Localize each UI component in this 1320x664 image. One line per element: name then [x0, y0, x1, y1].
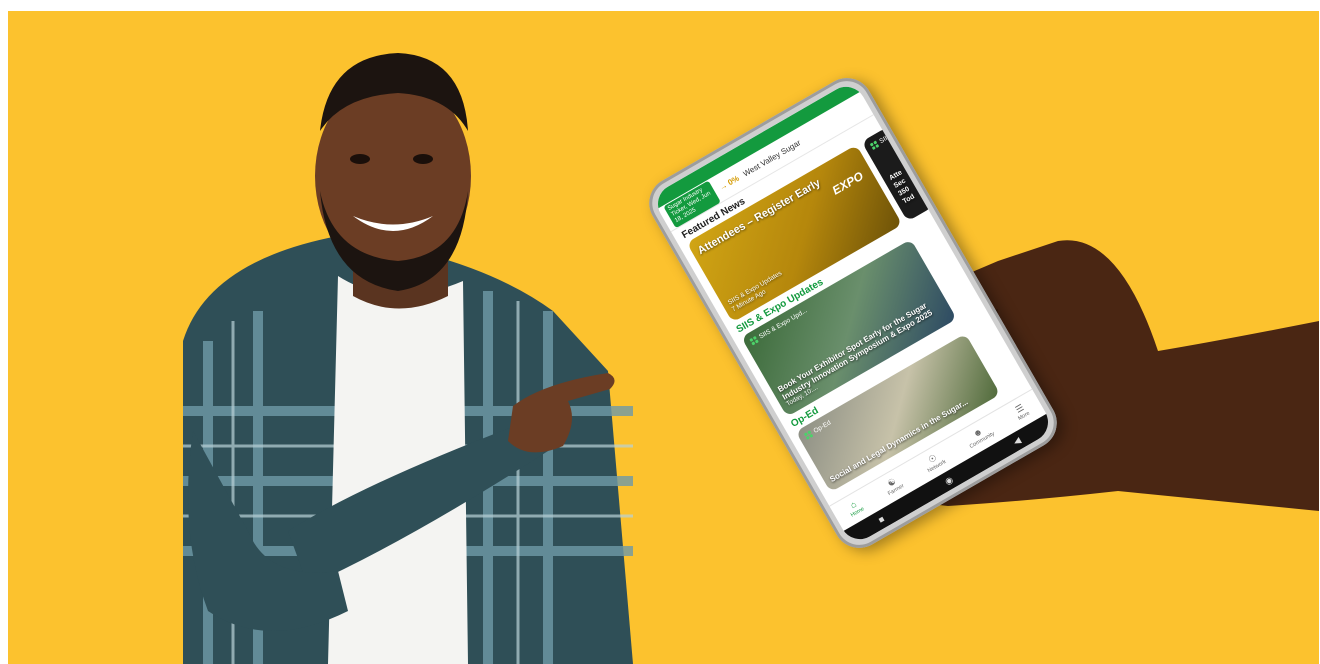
back-icon[interactable]: ◀: [1011, 435, 1022, 448]
peek-card-text: Atte Sec 350 Tod: [888, 169, 916, 206]
grid-icon: [803, 430, 814, 440]
nav-home[interactable]: ⌂ Home: [845, 497, 865, 519]
price-change-value: 0%: [726, 173, 741, 187]
nav-farmer[interactable]: ☯ Farmer: [882, 474, 906, 497]
recents-icon[interactable]: ■: [877, 514, 887, 525]
grid-icon: [749, 335, 759, 346]
grid-icon: [869, 140, 880, 151]
nav-network[interactable]: ☉ Network: [922, 450, 948, 474]
peek-card-tag: SII: [869, 135, 889, 151]
home-button-icon[interactable]: ◉: [943, 474, 955, 487]
yellow-background: Sugar Industry Ticker, Wed, Jun 18, 2025…: [8, 11, 1319, 664]
price-change[interactable]: → 0%: [717, 173, 740, 192]
smiling-man-pointing: [8, 11, 648, 664]
nav-more[interactable]: ☰ More: [1012, 402, 1031, 422]
peek-card-tag-label: SII: [878, 135, 889, 146]
oped-card-tag-label: Op-Ed: [812, 419, 833, 435]
